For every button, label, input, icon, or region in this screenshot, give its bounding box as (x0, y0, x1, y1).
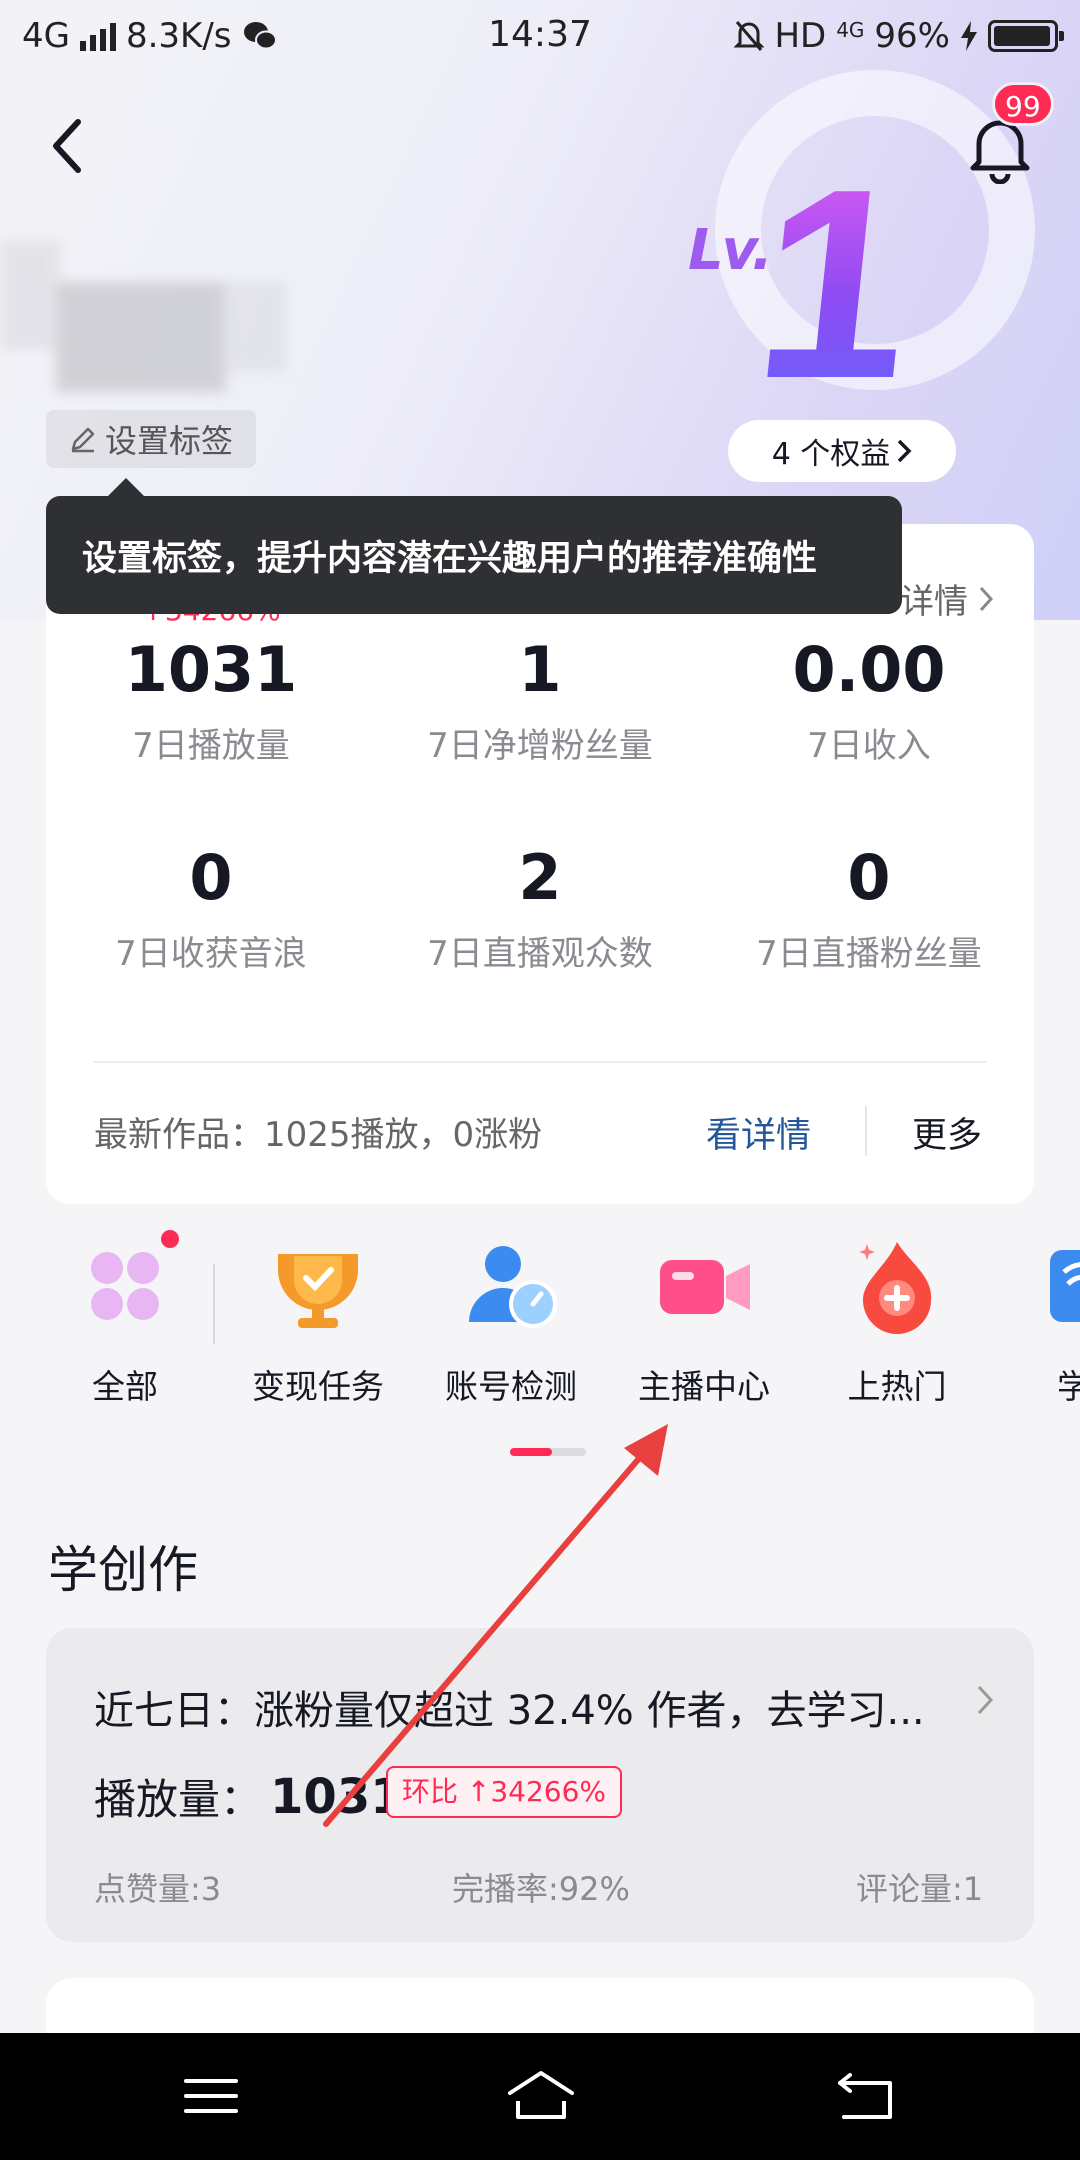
chevron-right-icon (979, 586, 994, 611)
grid-icon (75, 1230, 179, 1336)
hd-indicator: HD (774, 16, 827, 56)
username-blurred (0, 240, 60, 350)
video-camera-icon (654, 1236, 754, 1336)
book-icon (1040, 1236, 1080, 1336)
system-nav-bar (0, 2033, 1080, 2160)
stat-net-fans[interactable]: 1 7日净增粉丝量 (375, 634, 705, 767)
tools-separator (213, 1264, 215, 1344)
tag-tooltip[interactable]: 设置标签，提升内容潜在兴趣用户的推荐准确性 (46, 478, 902, 614)
creator-center-screen: 4G 8.3K/s 14:37 HD 4G 96% 99 Lv. 1 4 个权益… (0, 0, 1080, 2160)
stats-card: 详情 ↑34266% 1031 7日播放量 1 7日净增粉丝量 0.00 7日收… (46, 524, 1034, 1204)
tool-label: 主播中心 (638, 1367, 770, 1406)
tool-monetize-tasks[interactable]: 变现任务 (228, 1236, 408, 1408)
ratio-badge: 环比 ↑34266% (386, 1766, 623, 1818)
level-prefix: Lv. (688, 218, 773, 283)
section-title: 学创作 (48, 1541, 198, 1599)
chevron-right-icon (898, 439, 912, 463)
notification-badge: 99 (992, 82, 1054, 126)
tools-row: 全部 变现任务 账号检测 主播中心 上热门 学 (0, 1230, 1080, 1436)
avatar-blurred (56, 282, 226, 392)
stat-value: 0 (189, 841, 233, 914)
stat-label: 7日直播粉丝量 (756, 934, 982, 974)
see-detail-link[interactable]: 看详情 (706, 1107, 811, 1158)
stat-value: 2 (518, 841, 562, 914)
more-link[interactable]: 更多 (912, 1107, 982, 1158)
tool-label: 学习 (1057, 1367, 1080, 1406)
tool-anchor-center[interactable]: 主播中心 (614, 1236, 794, 1408)
benefits-label: 4 个权益 (771, 437, 891, 472)
latest-work-summary: 最新作品：1025播放，0涨粉 (94, 1115, 543, 1155)
back-nav-icon[interactable] (822, 2061, 912, 2131)
battery-icon (988, 20, 1064, 52)
learn-play-count: 播放量： 1031 (94, 1766, 404, 1827)
stat-value: 1031 (124, 633, 298, 706)
account-check-icon (461, 1236, 561, 1336)
stat-value: 0 (847, 841, 891, 914)
home-icon[interactable] (496, 2061, 586, 2131)
chevron-right-icon (977, 1685, 994, 1715)
stats-detail-link[interactable]: 详情 (900, 574, 994, 623)
play-value: 1031 (270, 1768, 404, 1825)
vertical-divider (865, 1106, 867, 1156)
pencil-icon (71, 427, 95, 453)
stat-value: 1 (518, 633, 562, 706)
stats-detail-label: 详情 (900, 582, 968, 622)
stat-live-viewers[interactable]: 2 7日直播观众数 (375, 842, 705, 975)
tool-go-trending[interactable]: 上热门 (807, 1236, 987, 1408)
profile-blur-extra (226, 282, 286, 372)
scroll-thumb (510, 1448, 552, 1456)
tools-scroll-indicator (510, 1448, 586, 1456)
back-button[interactable] (40, 110, 96, 182)
level-number: 1 (744, 134, 927, 435)
charging-icon (961, 21, 977, 51)
set-tag-button[interactable]: 设置标签 (46, 410, 256, 468)
stat-sound-waves[interactable]: 0 7日收获音浪 (46, 842, 376, 975)
network-small: 4G (836, 18, 865, 42)
stat-value: 0.00 (792, 633, 946, 706)
stat-label: 7日收获音浪 (115, 934, 307, 974)
mute-bell-icon (734, 21, 765, 51)
fire-plus-icon (847, 1236, 947, 1336)
tool-account-check[interactable]: 账号检测 (421, 1236, 601, 1408)
set-tag-label: 设置标签 (104, 422, 233, 460)
tool-label: 变现任务 (252, 1367, 384, 1406)
completion-rate: 完播率:92% (452, 1870, 630, 1908)
tool-all[interactable]: 全部 (35, 1230, 215, 1408)
comments-count: 评论量:1 (856, 1870, 984, 1908)
learn-tip: 近七日：涨粉量仅超过 32.4% 作者，去学习... (94, 1688, 925, 1734)
stat-play-count[interactable]: ↑34266% 1031 7日播放量 (46, 594, 376, 767)
stat-label: 7日直播观众数 (427, 934, 653, 974)
tooltip-text: 设置标签，提升内容潜在兴趣用户的推荐准确性 (82, 538, 818, 579)
new-dot (161, 1230, 179, 1248)
stat-label: 7日播放量 (132, 726, 290, 766)
stat-label: 7日净增粉丝量 (427, 726, 653, 766)
learn-card[interactable]: 近七日：涨粉量仅超过 32.4% 作者，去学习... 播放量： 1031 环比 … (46, 1628, 1034, 1942)
tool-label: 账号检测 (445, 1367, 577, 1406)
stat-label: 7日收入 (807, 726, 931, 766)
play-label: 播放量： (94, 1775, 263, 1824)
battery-percent: 96% (874, 16, 950, 56)
likes-count: 点赞量:3 (94, 1870, 222, 1908)
tool-label: 上热门 (847, 1367, 947, 1406)
tool-label: 全部 (92, 1367, 158, 1406)
status-bar: 4G 8.3K/s 14:37 HD 4G 96% (0, 0, 1080, 74)
divider (94, 1061, 986, 1063)
tool-learning[interactable]: 学习 (1000, 1236, 1080, 1408)
menu-icon[interactable] (166, 2061, 256, 2131)
stat-live-fans[interactable]: 0 7日直播粉丝量 (704, 842, 1034, 975)
stat-income[interactable]: 0.00 7日收入 (704, 634, 1034, 767)
benefits-button[interactable]: 4 个权益 (728, 420, 956, 482)
trophy-icon (268, 1236, 368, 1336)
